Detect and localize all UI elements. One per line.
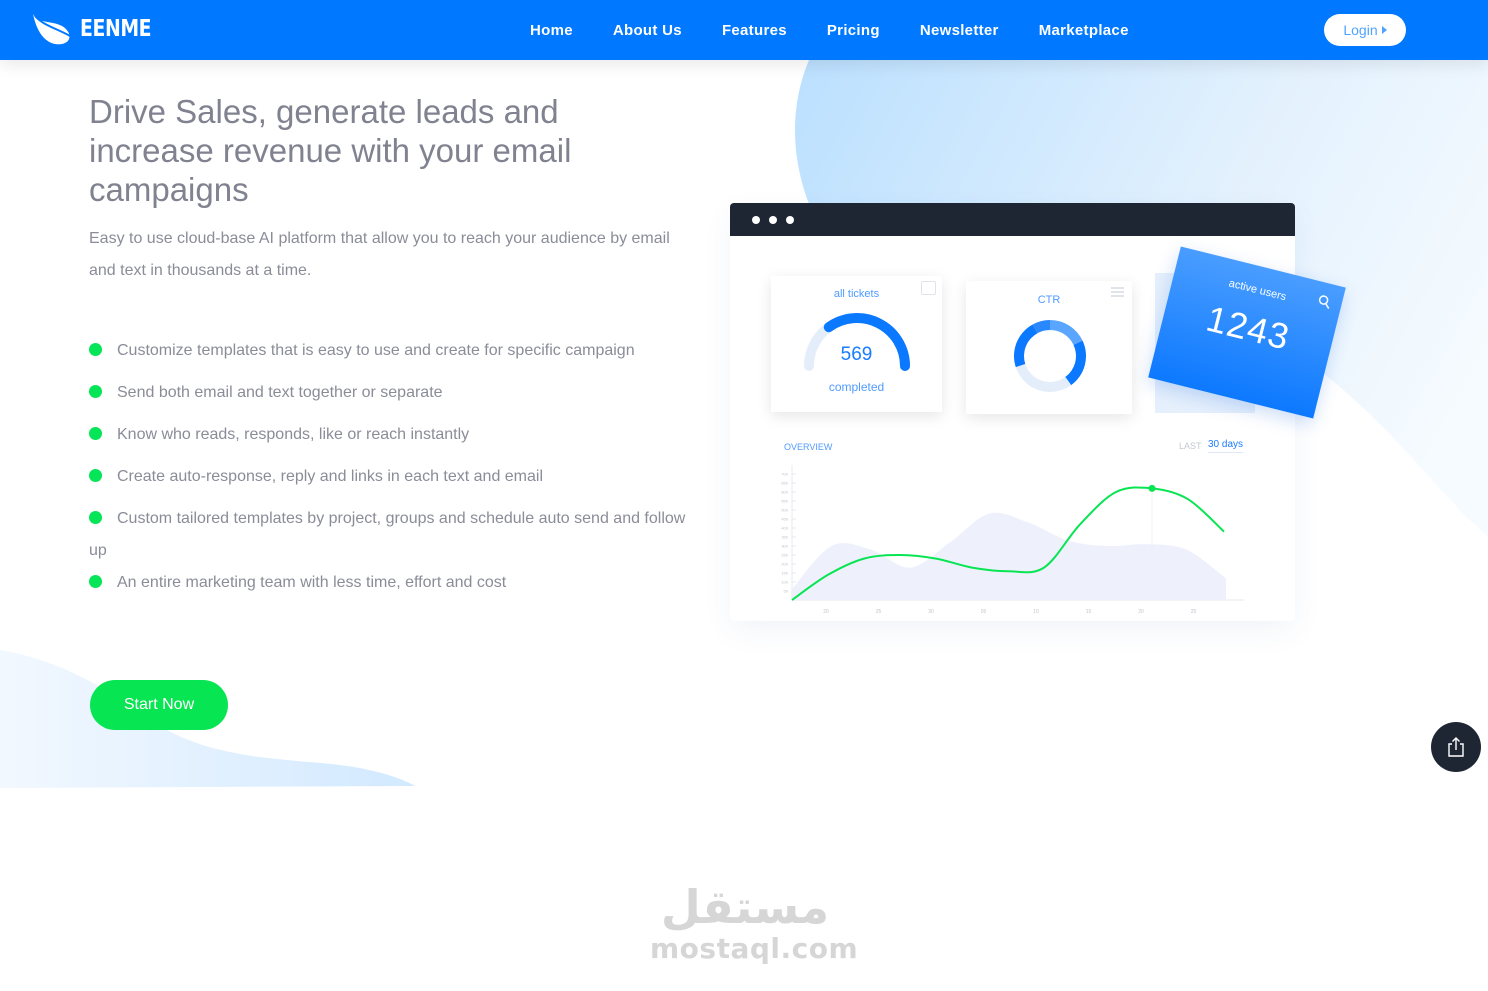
tickets-title: all tickets	[833, 288, 880, 300]
window-dot-icon	[752, 215, 760, 224]
hero-subtitle: Easy to use cloud-base AI platform that …	[89, 230, 670, 279]
feature-item: An entire marketing team with less time,…	[89, 567, 699, 599]
x-tick-label: 10	[1033, 609, 1039, 615]
y-tick-label: 550	[781, 499, 788, 504]
hero-title: Drive Sales, generate leads and increase…	[89, 93, 572, 208]
y-tick-label: 450	[781, 517, 788, 522]
x-tick-label: 25	[876, 609, 882, 615]
login-label: Login	[1343, 22, 1378, 38]
bullet-dot-icon	[89, 511, 102, 524]
x-tick-label: 15	[1086, 609, 1092, 615]
main-nav: Home About Us Features Pricing Newslette…	[510, 0, 1149, 60]
tickets-caption: completed	[828, 380, 885, 394]
nav-about-us[interactable]: About Us	[593, 22, 702, 39]
nav-home[interactable]: Home	[510, 22, 593, 39]
watermark-arabic: مستقل	[660, 880, 830, 934]
y-tick-label: 300	[781, 544, 788, 549]
nav-marketplace[interactable]: Marketplace	[1019, 22, 1149, 39]
ctr-title: CTR	[1037, 294, 1061, 306]
nav-pricing[interactable]: Pricing	[807, 22, 900, 39]
share-icon	[1448, 737, 1464, 757]
feature-item: Send both email and text together or sep…	[89, 377, 699, 409]
feature-text: Create auto-response, reply and links in…	[117, 468, 544, 485]
y-tick-label: 500	[781, 508, 788, 513]
donut-segment	[1015, 364, 1072, 392]
feature-list: Customize templates that is easy to use …	[89, 335, 699, 609]
donut-segment	[1065, 340, 1086, 386]
brand-name: EENME	[80, 16, 152, 42]
feature-text: Know who reads, responds, like or reach …	[117, 426, 470, 443]
y-tick-label: 650	[781, 481, 788, 486]
y-tick-label: 400	[781, 526, 788, 531]
caret-right-icon	[1381, 26, 1387, 34]
y-tick-label: 600	[781, 490, 788, 495]
overview-label: OVERVIEW	[784, 442, 833, 452]
x-tick-label: 30	[928, 609, 934, 615]
nav-features[interactable]: Features	[702, 22, 807, 39]
area-series	[792, 512, 1226, 600]
tickets-value: 569	[840, 344, 873, 365]
y-tick-label: 250	[781, 553, 788, 558]
y-tick-label: 100	[781, 580, 788, 585]
ctr-card: CTR	[966, 281, 1132, 414]
feature-text: Send both email and text together or sep…	[117, 384, 443, 401]
bullet-dot-icon	[89, 469, 102, 482]
donut-segment	[1050, 320, 1083, 345]
feature-item: Customize templates that is easy to use …	[89, 335, 699, 367]
mostaql-watermark: مستقل mostaql.com	[650, 880, 859, 965]
feature-item: Know who reads, responds, like or reach …	[89, 419, 699, 451]
window-dot-icon	[786, 215, 794, 224]
window-titlebar	[730, 203, 1295, 236]
x-tick-label: 25	[1191, 609, 1197, 615]
share-button[interactable]	[1431, 722, 1481, 772]
tickets-card: all tickets 569 completed	[771, 276, 942, 412]
x-axis: 20 25 30 05 10 15 20 25	[792, 599, 1244, 615]
y-tick-label: 200	[781, 562, 788, 567]
watermark-latin: mostaql.com	[650, 932, 859, 965]
feature-item: Create auto-response, reply and links in…	[89, 461, 699, 493]
highlight-point	[1148, 484, 1156, 492]
bullet-dot-icon	[89, 427, 102, 440]
bullet-dot-icon	[89, 575, 102, 588]
y-axis: 50 100 150 200 250 300 350 400 450 500 550 600 650 70…	[781, 465, 796, 600]
x-tick-label: 05	[981, 609, 987, 615]
y-tick-label: 350	[781, 535, 788, 540]
login-button[interactable]: Login	[1324, 14, 1406, 46]
x-tick-label: 20	[823, 609, 829, 615]
landing-page: EENME Home About Us Features Pricing New…	[0, 0, 1488, 991]
feature-item: Custom tailored templates by project, gr…	[89, 503, 699, 567]
range-prefix: LAST	[1179, 441, 1202, 451]
overview-chart: 50 100 150 200 250 300 350 400 450 500 550 600 650 70…	[781, 465, 1244, 615]
x-tick-label: 20	[1138, 609, 1144, 615]
y-tick-label: 700	[781, 472, 788, 477]
window-dot-icon	[769, 215, 777, 224]
nav-newsletter[interactable]: Newsletter	[900, 22, 1019, 39]
feature-text: An entire marketing team with less time,…	[117, 574, 507, 591]
leaf-icon	[33, 14, 71, 45]
start-now-button[interactable]: Start Now	[90, 680, 228, 730]
bullet-dot-icon	[89, 385, 102, 398]
ctr-donut-chart	[1014, 320, 1086, 392]
feature-text: Custom tailored templates by project, gr…	[89, 510, 686, 559]
donut-segment	[1014, 324, 1038, 368]
y-tick-label: 150	[781, 571, 788, 576]
brand-logo[interactable]: EENME	[32, 12, 167, 46]
bullet-dot-icon	[89, 343, 102, 356]
y-tick-label: 50	[784, 589, 789, 594]
feature-text: Customize templates that is easy to use …	[117, 342, 635, 359]
range-selector[interactable]: 30 days	[1208, 439, 1244, 453]
top-navbar: EENME Home About Us Features Pricing New…	[0, 0, 1488, 60]
